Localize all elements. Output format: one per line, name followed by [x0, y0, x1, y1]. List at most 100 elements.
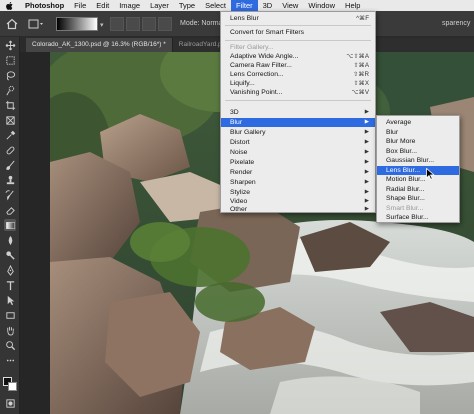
- menu-help[interactable]: Help: [340, 0, 365, 11]
- menu-select[interactable]: Select: [200, 0, 231, 11]
- healing-tool-icon[interactable]: [4, 144, 16, 156]
- menu-item-label: Render: [230, 169, 253, 176]
- menu-photoshop[interactable]: Photoshop: [20, 0, 69, 11]
- menu-item-shortcut: ⇧⌘R: [353, 71, 369, 78]
- filter-menu-item-last-filter[interactable]: Lens Blur ^⌘F: [221, 14, 375, 23]
- tools-panel: [0, 37, 20, 414]
- blur-menu-item-box-blur[interactable]: Box Blur...: [377, 147, 459, 157]
- filter-menu-item-convert-smart-filters[interactable]: Convert for Smart Filters: [221, 28, 375, 37]
- menu-file[interactable]: File: [69, 0, 91, 11]
- menu-image[interactable]: Image: [114, 0, 145, 11]
- menu-window[interactable]: Window: [303, 0, 340, 11]
- background-color-swatch[interactable]: [8, 382, 17, 391]
- filter-menu-item-stylize[interactable]: Stylize ▶: [221, 188, 375, 197]
- gradient-tool-preset-icon[interactable]: [28, 18, 44, 30]
- blur-menu-item-blur[interactable]: Blur: [377, 128, 459, 138]
- type-tool-icon[interactable]: [4, 279, 16, 291]
- mode-select[interactable]: Mode: Normal: [180, 20, 224, 27]
- chevron-down-icon[interactable]: ▾: [100, 21, 104, 29]
- filter-menu-item-blur-gallery[interactable]: Blur Gallery ▶: [221, 128, 375, 137]
- menu-item-label: Blur Gallery: [230, 129, 266, 136]
- filter-menu-item-vanishing-point[interactable]: Vanishing Point... ⌥⌘V: [221, 88, 375, 97]
- angle-gradient-button[interactable]: [142, 17, 156, 31]
- menu-separator: [225, 100, 371, 101]
- blur-menu-item-gaussian-blur[interactable]: Gaussian Blur...: [377, 156, 459, 166]
- submenu-arrow-icon: ▶: [364, 119, 369, 125]
- submenu-arrow-icon: ▶: [364, 139, 369, 145]
- move-tool-icon[interactable]: [4, 39, 16, 51]
- dodge-tool-icon[interactable]: [4, 249, 16, 261]
- zoom-tool-icon[interactable]: [4, 339, 16, 351]
- submenu-arrow-icon: ▶: [364, 109, 369, 115]
- transparency-checkbox-label[interactable]: sparency: [442, 20, 470, 27]
- quick-mask-icon[interactable]: [4, 397, 16, 409]
- menu-layer[interactable]: Layer: [145, 0, 174, 11]
- filter-menu-item-blur[interactable]: Blur ▶: [221, 118, 375, 127]
- blur-menu-item-radial-blur[interactable]: Radial Blur...: [377, 185, 459, 195]
- menu-item-label: Convert for Smart Filters: [230, 29, 305, 36]
- lasso-tool-icon[interactable]: [4, 69, 16, 81]
- menu-item-label: Liquify...: [230, 80, 255, 87]
- filter-menu-item-camera-raw[interactable]: Camera Raw Filter... ⇧⌘A: [221, 61, 375, 70]
- blur-menu-item-surface-blur[interactable]: Surface Blur...: [377, 213, 459, 223]
- menu-item-shortcut: ⌥⌘V: [351, 89, 369, 96]
- menu-item-label: Blur: [230, 119, 243, 126]
- filter-menu-item-lens-correction[interactable]: Lens Correction... ⇧⌘R: [221, 70, 375, 79]
- home-icon[interactable]: [6, 18, 18, 30]
- blur-tool-icon[interactable]: [4, 234, 16, 246]
- gradient-swatch[interactable]: [56, 17, 98, 31]
- filter-menu-item-liquify[interactable]: Liquify... ⇧⌘X: [221, 79, 375, 88]
- frame-tool-icon[interactable]: [4, 114, 16, 126]
- filter-menu-item-pixelate[interactable]: Pixelate ▶: [221, 158, 375, 167]
- menu-filter[interactable]: Filter: [230, 0, 258, 11]
- menu-item-label: Vanishing Point...: [230, 89, 283, 96]
- eyedropper-tool-icon[interactable]: [4, 129, 16, 141]
- history-brush-tool-icon[interactable]: [4, 189, 16, 201]
- blur-menu-item-blur-more[interactable]: Blur More: [377, 137, 459, 147]
- brush-tool-icon[interactable]: [4, 159, 16, 171]
- crop-tool-icon[interactable]: [4, 99, 16, 111]
- filter-menu-item-adaptive-wide-angle[interactable]: Adaptive Wide Angle... ⌥⇧⌘A: [221, 52, 375, 61]
- menu-3d[interactable]: 3D: [258, 0, 278, 11]
- eraser-tool-icon[interactable]: [4, 204, 16, 216]
- more-tools-icon[interactable]: [4, 354, 16, 366]
- mouse-cursor-icon: [426, 167, 436, 180]
- hand-tool-icon[interactable]: [4, 324, 16, 336]
- rectangle-tool-icon[interactable]: [4, 309, 16, 321]
- menu-item-label: Camera Raw Filter...: [230, 62, 292, 69]
- mode-label: Mode:: [180, 20, 200, 27]
- pen-tool-icon[interactable]: [4, 264, 16, 276]
- menu-view[interactable]: View: [277, 0, 303, 11]
- tab-colorado[interactable]: Colorado_AK_1300.psd @ 16.3% (RGB/16*) *: [26, 38, 173, 52]
- radial-gradient-button[interactable]: [126, 17, 140, 31]
- menu-edit[interactable]: Edit: [91, 0, 114, 11]
- submenu-arrow-icon: ▶: [364, 149, 369, 155]
- path-select-tool-icon[interactable]: [4, 294, 16, 306]
- menu-item-shortcut: ⌥⇧⌘A: [346, 53, 369, 60]
- filter-menu-item-render[interactable]: Render ▶: [221, 168, 375, 177]
- filter-menu-item-other[interactable]: Other ▶: [221, 205, 375, 214]
- filter-menu-item-filter-gallery: Filter Gallery...: [221, 43, 375, 52]
- quick-select-tool-icon[interactable]: [4, 84, 16, 96]
- filter-menu-item-noise[interactable]: Noise ▶: [221, 148, 375, 157]
- blur-menu-item-lens-blur[interactable]: Lens Blur...: [377, 165, 459, 175]
- marquee-tool-icon[interactable]: [4, 54, 16, 66]
- filter-menu-item-sharpen[interactable]: Sharpen ▶: [221, 178, 375, 187]
- menu-item-label: Lens Blur: [230, 15, 259, 22]
- blur-menu-item-motion-blur[interactable]: Motion Blur...: [377, 175, 459, 185]
- filter-menu-item-3d[interactable]: 3D ▶: [221, 108, 375, 117]
- menu-type[interactable]: Type: [174, 0, 200, 11]
- clone-stamp-tool-icon[interactable]: [4, 174, 16, 186]
- linear-gradient-button[interactable]: [110, 17, 124, 31]
- filter-menu-item-distort[interactable]: Distort ▶: [221, 138, 375, 147]
- apple-icon[interactable]: [5, 1, 13, 10]
- menu-item-label: Pixelate: [230, 159, 255, 166]
- blur-menu-item-average[interactable]: Average: [377, 118, 459, 128]
- menu-item-shortcut: ⇧⌘X: [353, 80, 370, 87]
- menu-item-label: 3D: [230, 109, 239, 116]
- gradient-tool-icon[interactable]: [4, 219, 16, 231]
- menu-item-label: Noise: [230, 149, 248, 156]
- blur-submenu: Average Blur Blur More Box Blur... Gauss…: [376, 115, 460, 223]
- blur-menu-item-shape-blur[interactable]: Shape Blur...: [377, 194, 459, 204]
- reflected-gradient-button[interactable]: [158, 17, 172, 31]
